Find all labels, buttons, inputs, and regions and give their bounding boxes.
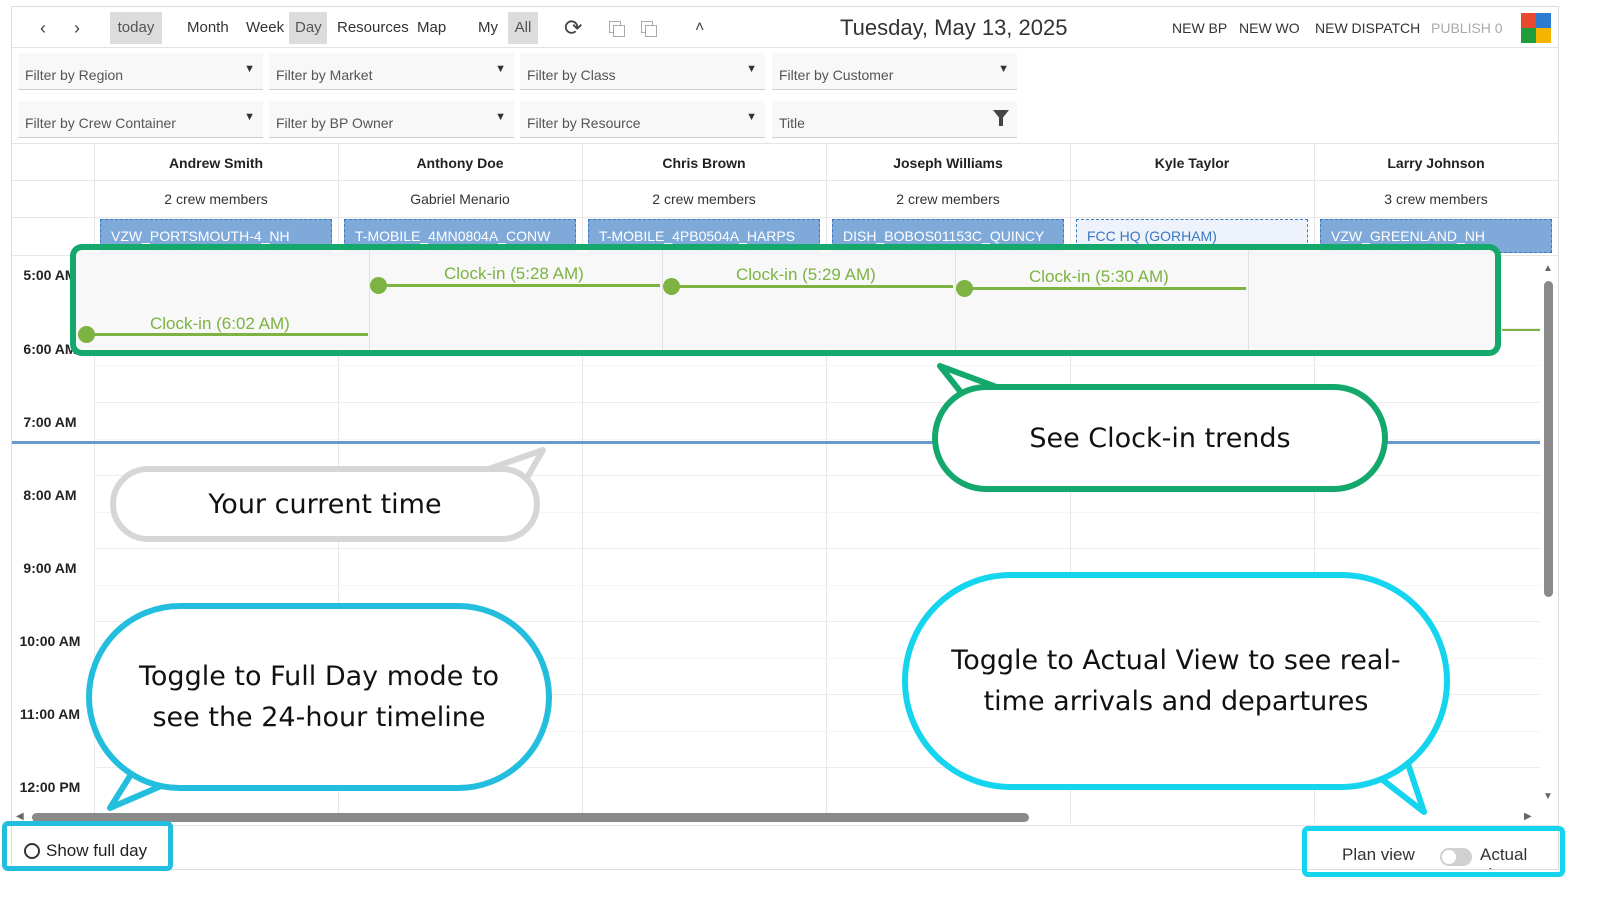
prev-arrow-icon[interactable]: ‹ (34, 12, 52, 44)
toolbar: ‹ › today Month Week Day Resources Map M… (12, 7, 1558, 48)
dropdown-caret-icon: ▼ (746, 111, 757, 123)
class-filter[interactable]: Filter by Class ▼ (520, 53, 765, 90)
current-time-callout: Your current time (110, 466, 540, 542)
time-label: 8:00 AM (23, 487, 77, 503)
market-filter[interactable]: Filter by Market ▼ (269, 53, 514, 90)
view-month-button[interactable]: Month (181, 12, 235, 44)
clockin-label: Clock-in (5:29 AM) (736, 265, 876, 284)
publish-button[interactable]: PUBLISH 0 (1425, 12, 1509, 44)
time-label: 11:00 AM (19, 706, 81, 722)
vertical-scrollbar[interactable] (1544, 281, 1553, 597)
customer-filter[interactable]: Filter by Customer ▼ (772, 53, 1017, 90)
new-dispatch-button[interactable]: NEW DISPATCH (1309, 12, 1426, 44)
funnel-icon[interactable] (993, 110, 1009, 126)
dropdown-caret-icon: ▼ (244, 63, 255, 75)
clockin-trends-callout: See Clock-in trends (932, 384, 1388, 492)
new-wo-button[interactable]: NEW WO (1233, 12, 1306, 44)
app-logo-icon (1521, 13, 1551, 43)
resource-name[interactable]: Andrew Smith (94, 155, 338, 171)
view-resources-button[interactable]: Resources (331, 12, 415, 44)
crew-container-filter[interactable]: Filter by Crew Container ▼ (18, 101, 263, 138)
next-arrow-icon[interactable]: › (68, 12, 86, 44)
clockin-label: Clock-in (5:30 AM) (1029, 267, 1169, 286)
view-week-button[interactable]: Week (240, 12, 290, 44)
scroll-up-icon[interactable]: ▲ (1543, 263, 1553, 274)
title-filter-input[interactable]: Title (772, 101, 1017, 138)
region-filter[interactable]: Filter by Region ▼ (18, 53, 263, 90)
resource-name[interactable]: Larry Johnson (1314, 155, 1558, 171)
time-label: 9:00 AM (23, 560, 77, 576)
clockin-dot[interactable] (956, 280, 973, 297)
resource-filter[interactable]: Filter by Resource ▼ (520, 101, 765, 138)
dropdown-caret-icon: ▼ (746, 63, 757, 75)
time-label: 7:00 AM (23, 414, 77, 430)
copy-icon[interactable] (606, 18, 626, 37)
clockin-line (964, 287, 1246, 290)
clockin-label: Clock-in (6:02 AM) (150, 314, 290, 333)
view-map-button[interactable]: Map (411, 12, 452, 44)
clockin-line (88, 333, 368, 336)
horizontal-scrollbar[interactable] (32, 813, 1029, 822)
resource-crew: 2 crew members (896, 191, 1000, 207)
resource-name[interactable]: Chris Brown (582, 155, 826, 171)
scroll-down-icon[interactable]: ▼ (1543, 791, 1553, 802)
view-toggle-highlight (1302, 826, 1565, 877)
clockin-label: Clock-in (5:28 AM) (444, 264, 584, 283)
resource-crew: 2 crew members (164, 191, 268, 207)
clockin-line (378, 284, 660, 287)
resource-name[interactable]: Kyle Taylor (1070, 155, 1314, 171)
dropdown-caret-icon: ▼ (495, 63, 506, 75)
view-day-button[interactable]: Day (289, 12, 327, 44)
resource-name[interactable]: Joseph Williams (826, 155, 1070, 171)
dropdown-caret-icon: ▼ (998, 63, 1009, 75)
resource-crew: 2 crew members (652, 191, 756, 207)
clockin-dot[interactable] (78, 326, 95, 343)
resource-crew: 3 crew members (1384, 191, 1488, 207)
scroll-right-icon[interactable]: ▶ (1524, 811, 1532, 822)
bp-owner-filter[interactable]: Filter by BP Owner ▼ (269, 101, 514, 138)
clockin-dot[interactable] (663, 278, 680, 295)
full-day-callout: Toggle to Full Day mode to see the 24-ho… (86, 603, 552, 791)
all-filter-button[interactable]: All (508, 12, 538, 44)
clockin-line-fragment (1502, 329, 1540, 331)
dropdown-caret-icon: ▼ (244, 111, 255, 123)
time-label: 12:00 PM (19, 779, 81, 795)
today-button[interactable]: today (110, 12, 162, 44)
show-full-day-highlight (2, 821, 173, 871)
clockin-dot[interactable] (370, 277, 387, 294)
resource-crew: Gabriel Menario (410, 191, 510, 207)
refresh-icon[interactable]: ⟳ (558, 12, 588, 44)
date-title: Tuesday, May 13, 2025 (840, 15, 1068, 40)
resource-name[interactable]: Anthony Doe (338, 155, 582, 171)
time-label: 10:00 AM (19, 633, 81, 649)
clockin-trends-panel: Clock-in (6:02 AM) Clock-in (5:28 AM) Cl… (70, 244, 1501, 356)
new-bp-button[interactable]: NEW BP (1166, 12, 1233, 44)
dropdown-caret-icon: ▼ (495, 111, 506, 123)
clockin-line (671, 285, 953, 288)
my-filter-button[interactable]: My (472, 12, 504, 44)
actual-view-callout: Toggle to Actual View to see real-time a… (902, 572, 1450, 790)
collapse-chevron-icon[interactable]: ˄ (689, 12, 710, 44)
duplicate-icon[interactable] (638, 18, 658, 37)
